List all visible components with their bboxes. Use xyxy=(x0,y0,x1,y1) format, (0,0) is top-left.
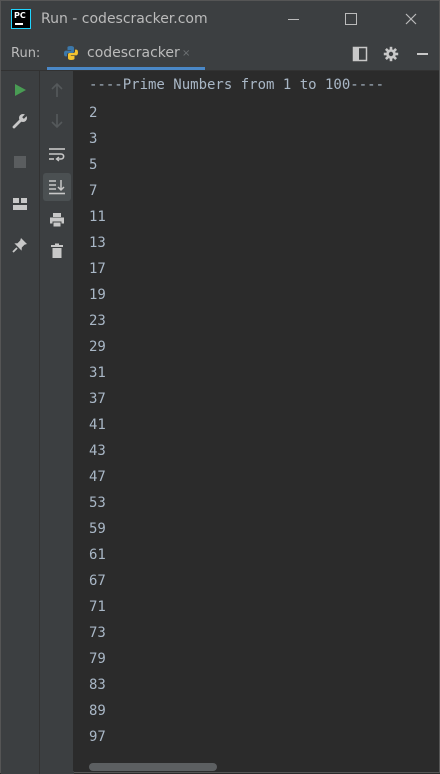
console-line: 71 xyxy=(89,599,106,615)
scroll-down-button[interactable] xyxy=(45,109,69,133)
close-icon xyxy=(405,13,417,25)
run-toolbar-primary xyxy=(1,71,39,774)
minimize-icon xyxy=(287,18,299,20)
edit-configuration-button[interactable] xyxy=(8,109,32,133)
title-bar[interactable]: PC Run - codescracker.com xyxy=(1,1,439,37)
gear-icon xyxy=(383,46,399,62)
horizontal-scrollbar[interactable] xyxy=(89,763,217,771)
console-line: 2 xyxy=(89,105,98,121)
python-icon xyxy=(64,46,78,60)
pin-tab-button[interactable] xyxy=(8,233,32,257)
layout-grid-icon xyxy=(13,198,27,210)
pycharm-run-window: PC Run - codescracker.com Run: codescrac… xyxy=(0,0,440,774)
console-line: 17 xyxy=(89,261,106,277)
console-line: 97 xyxy=(89,729,106,745)
tab-close-icon[interactable]: × xyxy=(182,48,190,59)
hide-panel-button[interactable] xyxy=(413,45,431,63)
print-button[interactable] xyxy=(45,208,69,232)
console-line: 47 xyxy=(89,469,106,485)
window-title: Run - codescracker.com xyxy=(41,11,208,27)
maximize-icon xyxy=(345,13,357,25)
scroll-to-end-icon xyxy=(49,180,65,195)
console-line: 5 xyxy=(89,157,98,173)
console-line: 3 xyxy=(89,131,98,147)
console-line: 89 xyxy=(89,703,106,719)
wrench-icon xyxy=(12,113,28,129)
console-line: 13 xyxy=(89,235,106,251)
clear-all-button[interactable] xyxy=(45,239,69,263)
arrow-up-icon xyxy=(51,82,63,97)
console-line: 79 xyxy=(89,651,106,667)
console-line: 59 xyxy=(89,521,106,537)
soft-wrap-button[interactable] xyxy=(45,143,69,167)
trash-icon xyxy=(51,243,63,258)
pycharm-app-icon: PC xyxy=(11,9,31,29)
tab-label: codescracker xyxy=(87,45,180,61)
close-window-button[interactable] xyxy=(385,1,437,37)
console-line: 37 xyxy=(89,391,106,407)
stop-icon xyxy=(14,156,26,168)
console-output[interactable]: ----Prime Numbers from 1 to 100---- 2 3 … xyxy=(73,71,439,771)
run-toolwindow-header: Run: codescracker × xyxy=(1,37,439,71)
restore-layout-button[interactable] xyxy=(8,192,32,216)
soft-wrap-icon xyxy=(49,148,65,162)
console-line: 61 xyxy=(89,547,106,563)
console-line: 43 xyxy=(89,443,106,459)
minimize-button[interactable] xyxy=(267,1,319,37)
arrow-down-icon xyxy=(51,114,63,129)
console-line: 29 xyxy=(89,339,106,355)
scroll-up-button[interactable] xyxy=(45,78,69,102)
tab-active-indicator xyxy=(47,67,205,70)
app-icon-text: PC xyxy=(14,11,26,20)
console-line: 31 xyxy=(89,365,106,381)
scroll-to-end-button[interactable] xyxy=(43,173,71,201)
run-toolbar-secondary xyxy=(39,71,74,774)
console-line: 11 xyxy=(89,209,106,225)
maximize-button[interactable] xyxy=(325,1,377,37)
tab-codescracker[interactable]: codescracker × xyxy=(47,37,205,70)
console-line: 41 xyxy=(89,417,106,433)
console-header-line: ----Prime Numbers from 1 to 100---- xyxy=(89,77,385,93)
console-line: 7 xyxy=(89,183,98,199)
console-line: 19 xyxy=(89,287,106,303)
pin-icon xyxy=(12,238,27,253)
console-line: 73 xyxy=(89,625,106,641)
console-line: 67 xyxy=(89,573,106,589)
rerun-button[interactable] xyxy=(8,78,32,102)
stop-button[interactable] xyxy=(8,150,32,174)
layout-options-button[interactable] xyxy=(351,45,369,63)
console-line: 53 xyxy=(89,495,106,511)
minimize-panel-icon xyxy=(416,53,428,55)
layout-icon xyxy=(352,46,368,62)
settings-button[interactable] xyxy=(382,45,400,63)
console-line: 23 xyxy=(89,313,106,329)
console-line: 83 xyxy=(89,677,106,693)
run-label: Run: xyxy=(11,46,41,61)
play-icon xyxy=(15,84,26,96)
printer-icon xyxy=(50,213,64,228)
